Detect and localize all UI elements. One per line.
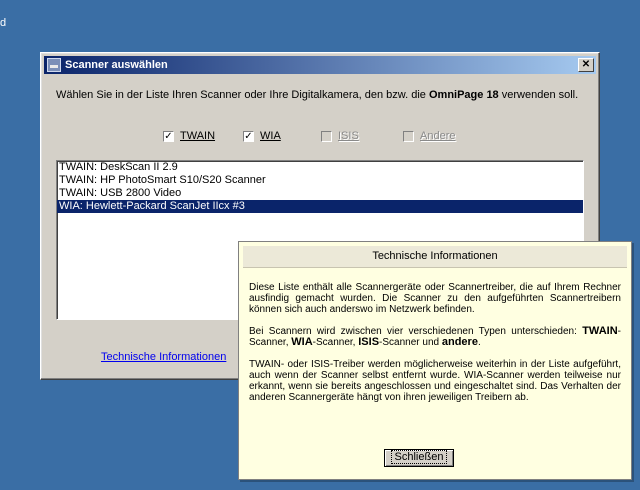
desktop-corner-text: d — [0, 17, 7, 29]
isis-checkbox — [321, 130, 332, 142]
p2-andere: andere — [441, 336, 478, 348]
intro-text-part1: Wählen Sie in der Liste Ihren Scanner od… — [56, 89, 429, 101]
p2-twain: TWAIN — [582, 325, 618, 337]
popup-body: Diese Liste enthält alle Scannergeräte o… — [249, 282, 621, 414]
filter-andere: Andere — [403, 130, 455, 142]
close-button[interactable]: ✕ — [578, 58, 594, 72]
tech-info-popup: Technische Informationen Diese Liste ent… — [238, 241, 632, 480]
popup-paragraph-2: Bei Scannern wird zwischen vier verschie… — [249, 325, 621, 349]
scanner-app-icon — [47, 58, 61, 72]
list-item[interactable]: TWAIN: USB 2800 Video — [57, 187, 583, 200]
scanner-type-filters: ✓ TWAIN ✓ WIA ISIS Andere — [41, 130, 599, 146]
close-icon: ✕ — [581, 59, 591, 70]
intro-text-part2: verwenden soll. — [498, 89, 579, 101]
tech-info-link[interactable]: Technische Informationen — [101, 351, 226, 363]
twain-label: TWAIN — [180, 130, 216, 142]
list-item-selected[interactable]: WIA: Hewlett-Packard ScanJet IIcx #3 — [57, 200, 583, 213]
p2-isis-suffix: -Scanner und — [379, 337, 442, 348]
p2-end: . — [477, 337, 481, 348]
popup-paragraph-3: TWAIN- oder ISIS-Treiber werden mögliche… — [249, 359, 621, 403]
popup-title: Technische Informationen — [243, 246, 627, 268]
andere-label: Andere — [420, 130, 456, 142]
isis-label: ISIS — [338, 130, 359, 142]
p2-wia-suffix: -Scanner, — [312, 337, 359, 348]
filter-twain[interactable]: ✓ TWAIN — [163, 130, 215, 142]
popup-close-button[interactable]: Schließen — [384, 449, 454, 467]
popup-paragraph-1: Diese Liste enthält alle Scannergeräte o… — [249, 282, 621, 315]
andere-checkbox — [403, 130, 414, 142]
wia-checkbox[interactable]: ✓ — [243, 130, 254, 142]
popup-close-label: Schließen — [390, 450, 448, 464]
wia-label: WIA — [260, 130, 281, 142]
dialog-titlebar[interactable]: Scanner auswählen ✕ — [44, 56, 596, 74]
list-item[interactable]: TWAIN: DeskScan II 2.9 — [57, 161, 583, 174]
twain-checkbox[interactable]: ✓ — [163, 130, 174, 142]
list-item[interactable]: TWAIN: HP PhotoSmart S10/S20 Scanner — [57, 174, 583, 187]
p2-wia: WIA — [291, 336, 313, 348]
intro-text: Wählen Sie in der Liste Ihren Scanner od… — [56, 89, 586, 101]
dialog-title: Scanner auswählen — [65, 59, 168, 71]
filter-isis: ISIS — [321, 130, 359, 142]
filter-wia[interactable]: ✓ WIA — [243, 130, 281, 142]
p2-isis: ISIS — [358, 336, 380, 348]
intro-product-name: OmniPage 18 — [428, 89, 499, 101]
